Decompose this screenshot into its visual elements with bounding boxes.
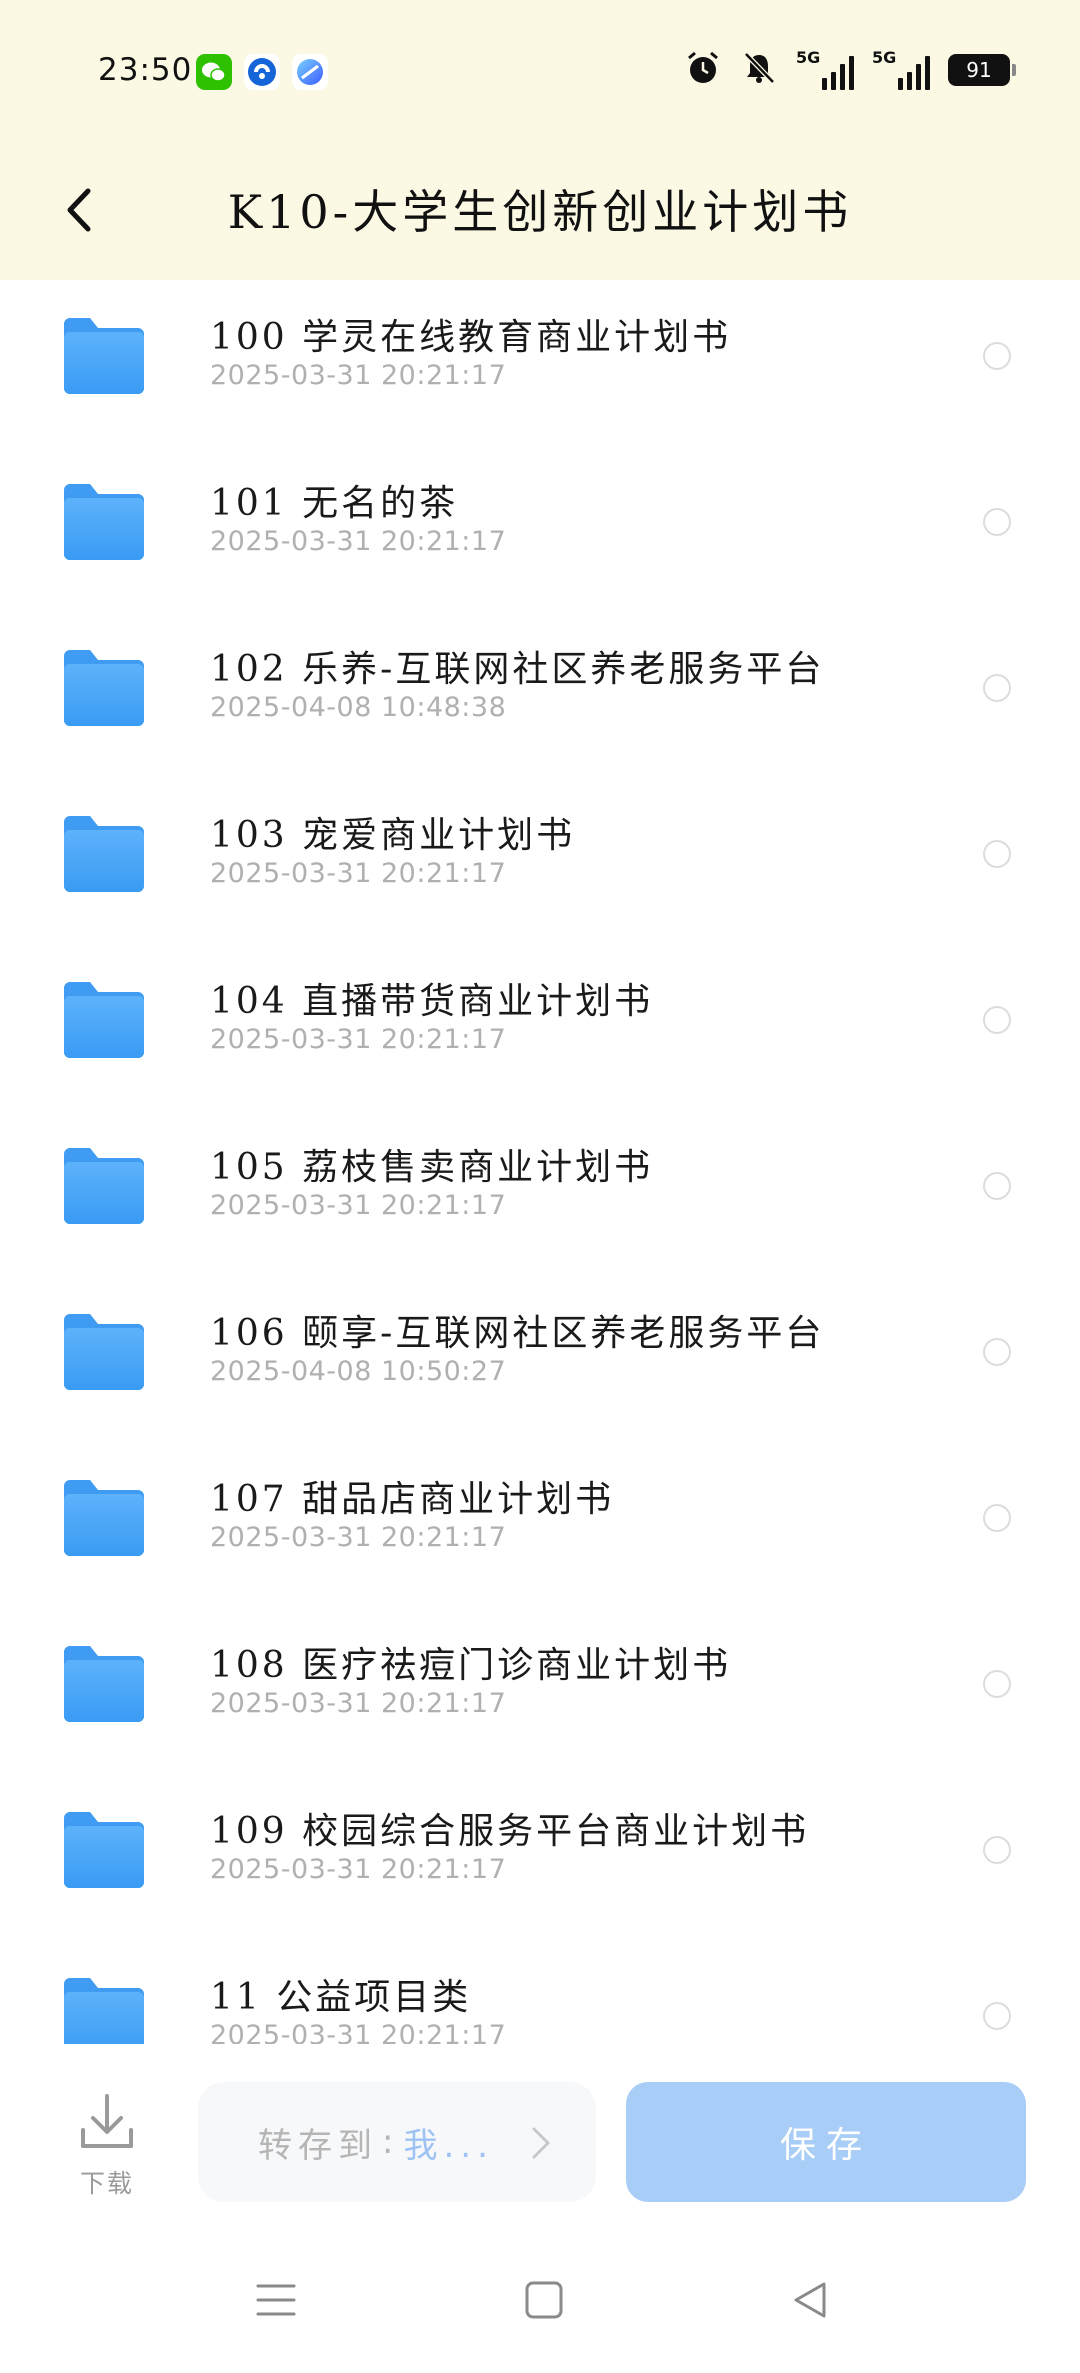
select-radio[interactable] [983, 1504, 1011, 1532]
file-date: 2025-03-31 20:21:17 [210, 526, 507, 557]
list-item[interactable]: 102 乐养-互联网社区养老服务平台 2025-04-08 10:48:38 [0, 612, 1080, 778]
file-list[interactable]: 100 学灵在线教育商业计划书 2025-03-31 20:21:17 101 … [0, 280, 1080, 2044]
select-radio[interactable] [983, 1670, 1011, 1698]
file-date: 2025-03-31 20:21:17 [210, 858, 507, 889]
select-radio[interactable] [983, 1172, 1011, 1200]
file-date: 2025-04-08 10:50:27 [210, 1356, 507, 1387]
list-item[interactable]: 100 学灵在线教育商业计划书 2025-03-31 20:21:17 [0, 280, 1080, 446]
file-name: 107 甜品店商业计划书 [210, 1479, 615, 1520]
file-date: 2025-03-31 20:21:17 [210, 1522, 507, 1553]
back-triangle-icon [794, 2282, 826, 2318]
file-name: 105 荔枝售卖商业计划书 [210, 1147, 654, 1188]
status-indicators: 5G 5G 91 [684, 48, 1016, 91]
folder-icon [64, 650, 144, 726]
file-name: 103 宠爱商业计划书 [210, 815, 576, 856]
file-name: 106 颐享-互联网社区养老服务平台 [210, 1313, 825, 1354]
menu-icon [256, 2284, 296, 2316]
select-radio[interactable] [983, 342, 1011, 370]
file-name: 101 无名的茶 [210, 483, 459, 524]
status-bar: 23:50 5G 5G 91 [0, 0, 1080, 140]
signal-icon: 5G [796, 48, 854, 90]
list-item[interactable]: 107 甜品店商业计划书 2025-03-31 20:21:17 [0, 1442, 1080, 1608]
status-time: 23:50 [98, 52, 193, 88]
file-name: 104 直播带货商业计划书 [210, 981, 654, 1022]
system-nav-bar [0, 2224, 1080, 2373]
folder-icon [64, 318, 144, 394]
list-item[interactable]: 101 无名的茶 2025-03-31 20:21:17 [0, 446, 1080, 612]
app-gradient-icon [292, 54, 328, 90]
file-date: 2025-03-31 20:21:17 [210, 1024, 507, 1055]
list-item[interactable]: 11 公益项目类 2025-03-31 20:21:17 [0, 1940, 1080, 2044]
signal-icon-2: 5G [872, 48, 930, 90]
battery-indicator: 91 [948, 54, 1016, 86]
signal-label-2: 5G [872, 48, 897, 67]
action-bar: 下载 转存到 : 我... 保存 [0, 2044, 1080, 2224]
list-item[interactable]: 103 宠爱商业计划书 2025-03-31 20:21:17 [0, 778, 1080, 944]
list-item[interactable]: 104 直播带货商业计划书 2025-03-31 20:21:17 [0, 944, 1080, 1110]
home-nav-button[interactable] [504, 2260, 584, 2340]
file-name: 108 医疗祛痘门诊商业计划书 [210, 1645, 732, 1686]
save-button[interactable]: 保存 [626, 2082, 1026, 2202]
download-label: 下载 [79, 2169, 134, 2198]
download-icon [81, 2094, 133, 2148]
save-to-label: 转存到 [258, 2125, 378, 2166]
silent-bell-icon [740, 49, 778, 91]
folder-icon [64, 1812, 144, 1888]
folder-icon [64, 982, 144, 1058]
list-item[interactable]: 105 荔枝售卖商业计划书 2025-03-31 20:21:17 [0, 1110, 1080, 1276]
folder-icon [64, 1646, 144, 1722]
folder-icon [64, 1148, 144, 1224]
select-radio[interactable] [983, 1338, 1011, 1366]
signal-label: 5G [796, 48, 821, 67]
list-item[interactable]: 109 校园综合服务平台商业计划书 2025-03-31 20:21:17 [0, 1774, 1080, 1940]
file-name: 102 乐养-互联网社区养老服务平台 [210, 649, 825, 690]
save-to-separator: : [382, 2122, 400, 2162]
select-radio[interactable] [983, 1836, 1011, 1864]
folder-icon [64, 1480, 144, 1556]
folder-icon [64, 816, 144, 892]
file-date: 2025-03-31 20:21:17 [210, 1854, 507, 1885]
file-name: 109 校园综合服务平台商业计划书 [210, 1811, 810, 1852]
file-date: 2025-03-31 20:21:17 [210, 1190, 507, 1221]
app-blue-icon [244, 54, 280, 90]
list-item[interactable]: 108 医疗祛痘门诊商业计划书 2025-03-31 20:21:17 [0, 1608, 1080, 1774]
download-button[interactable]: 下载 [62, 2092, 152, 2212]
menu-nav-button[interactable] [236, 2260, 316, 2340]
file-date: 2025-03-31 20:21:17 [210, 2020, 507, 2044]
folder-icon [64, 484, 144, 560]
back-nav-button[interactable] [770, 2260, 850, 2340]
folder-icon [64, 1314, 144, 1390]
list-item[interactable]: 106 颐享-互联网社区养老服务平台 2025-04-08 10:50:27 [0, 1276, 1080, 1442]
select-radio[interactable] [983, 2002, 1011, 2030]
alarm-icon [684, 49, 722, 91]
file-name: 11 公益项目类 [210, 1977, 472, 2018]
folder-icon [64, 1978, 144, 2044]
wechat-icon [196, 54, 232, 90]
save-to-target: 我... [403, 2125, 494, 2166]
header: K10-大学生创新创业计划书 [0, 140, 1080, 280]
file-date: 2025-03-31 20:21:17 [210, 360, 507, 391]
file-date: 2025-04-08 10:48:38 [210, 692, 507, 723]
home-square-icon [525, 2281, 563, 2319]
select-radio[interactable] [983, 840, 1011, 868]
save-to-selector[interactable]: 转存到 : 我... [198, 2082, 596, 2202]
chevron-right-icon [532, 2127, 550, 2159]
select-radio[interactable] [983, 674, 1011, 702]
page-title: K10-大学生创新创业计划书 [227, 185, 853, 239]
select-radio[interactable] [983, 508, 1011, 536]
file-name: 100 学灵在线教育商业计划书 [210, 317, 732, 358]
file-date: 2025-03-31 20:21:17 [210, 1688, 507, 1719]
top-bar: 23:50 5G 5G 91 K10-大学生创新创业计划书 [0, 0, 1080, 280]
select-radio[interactable] [983, 1006, 1011, 1034]
